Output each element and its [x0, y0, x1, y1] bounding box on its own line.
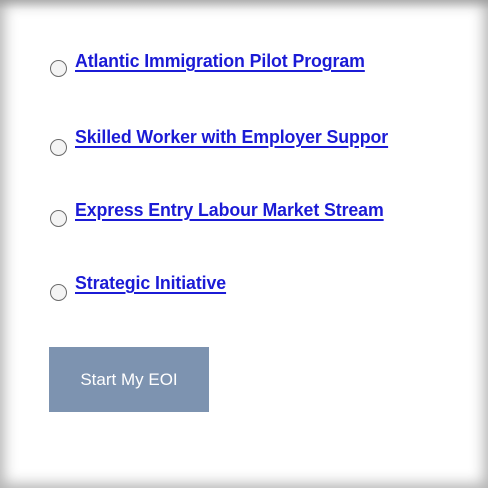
option-express-entry-labour-market: Express Entry Labour Market Stream: [0, 196, 488, 227]
radio-atlantic-immigration-pilot[interactable]: [50, 60, 67, 77]
option-atlantic-immigration-pilot: Atlantic Immigration Pilot Program: [0, 50, 488, 80]
start-my-eoi-button[interactable]: Start My EOI: [49, 347, 209, 412]
option-skilled-worker: Skilled Worker with Employer Suppor: [0, 124, 488, 156]
link-strategic-initiative[interactable]: Strategic Initiative: [75, 272, 226, 294]
link-skilled-worker[interactable]: Skilled Worker with Employer Suppor: [75, 126, 388, 148]
link-express-entry-labour-market[interactable]: Express Entry Labour Market Stream: [75, 199, 384, 221]
radio-strategic-initiative[interactable]: [50, 284, 67, 301]
link-atlantic-immigration-pilot[interactable]: Atlantic Immigration Pilot Program: [75, 50, 365, 72]
option-strategic-initiative: Strategic Initiative: [0, 270, 488, 301]
eoi-stream-selection-panel: Atlantic Immigration Pilot Program Skill…: [0, 0, 488, 488]
radio-skilled-worker[interactable]: [50, 139, 67, 156]
radio-express-entry-labour-market[interactable]: [50, 210, 67, 227]
